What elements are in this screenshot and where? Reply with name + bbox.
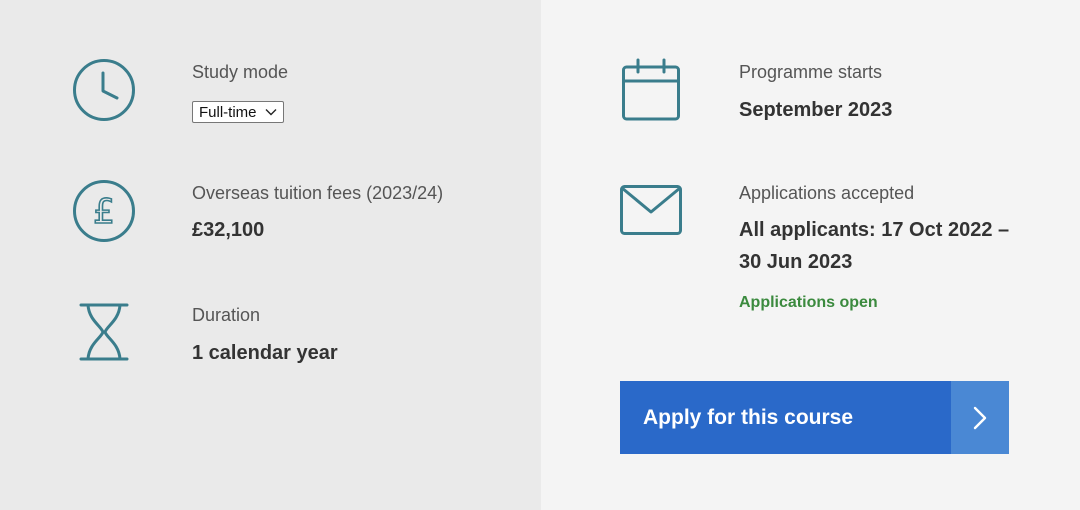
chevron-down-icon <box>265 109 277 116</box>
programme-start-value: September 2023 <box>739 99 893 121</box>
right-info-panel: Programme starts September 2023 Applicat… <box>541 0 1080 510</box>
apply-button-label: Apply for this course <box>643 405 854 429</box>
duration-value: 1 calendar year <box>192 342 338 364</box>
duration-label: Duration <box>192 305 261 325</box>
envelope-icon <box>620 185 682 235</box>
left-info-panel: Study mode Full-time £ Overseas tuition … <box>0 0 541 510</box>
apply-button-arrow <box>951 381 1009 454</box>
study-mode-select[interactable]: Full-time <box>192 101 284 123</box>
apply-button[interactable]: Apply for this course <box>620 381 1009 454</box>
fees-label: Overseas tuition fees (2023/24) <box>192 183 444 203</box>
clock-icon <box>73 59 135 121</box>
study-mode-selected-value: Full-time <box>199 103 257 121</box>
applications-dates-line2: 30 Jun 2023 <box>739 251 853 273</box>
svg-text:£: £ <box>93 192 115 232</box>
chevron-right-icon <box>973 406 987 429</box>
pound-icon: £ <box>73 180 135 242</box>
programme-start-label: Programme starts <box>739 62 883 82</box>
fees-value: £32,100 <box>192 219 265 241</box>
calendar-icon <box>622 58 680 121</box>
hourglass-icon <box>79 303 129 361</box>
applications-dates-line1: All applicants: 17 Oct 2022 – <box>739 219 1010 241</box>
applications-label: Applications accepted <box>739 183 915 203</box>
study-mode-label: Study mode <box>192 62 289 82</box>
applications-status: Applications open <box>739 294 878 311</box>
course-key-info: Study mode Full-time £ Overseas tuition … <box>0 0 1080 510</box>
